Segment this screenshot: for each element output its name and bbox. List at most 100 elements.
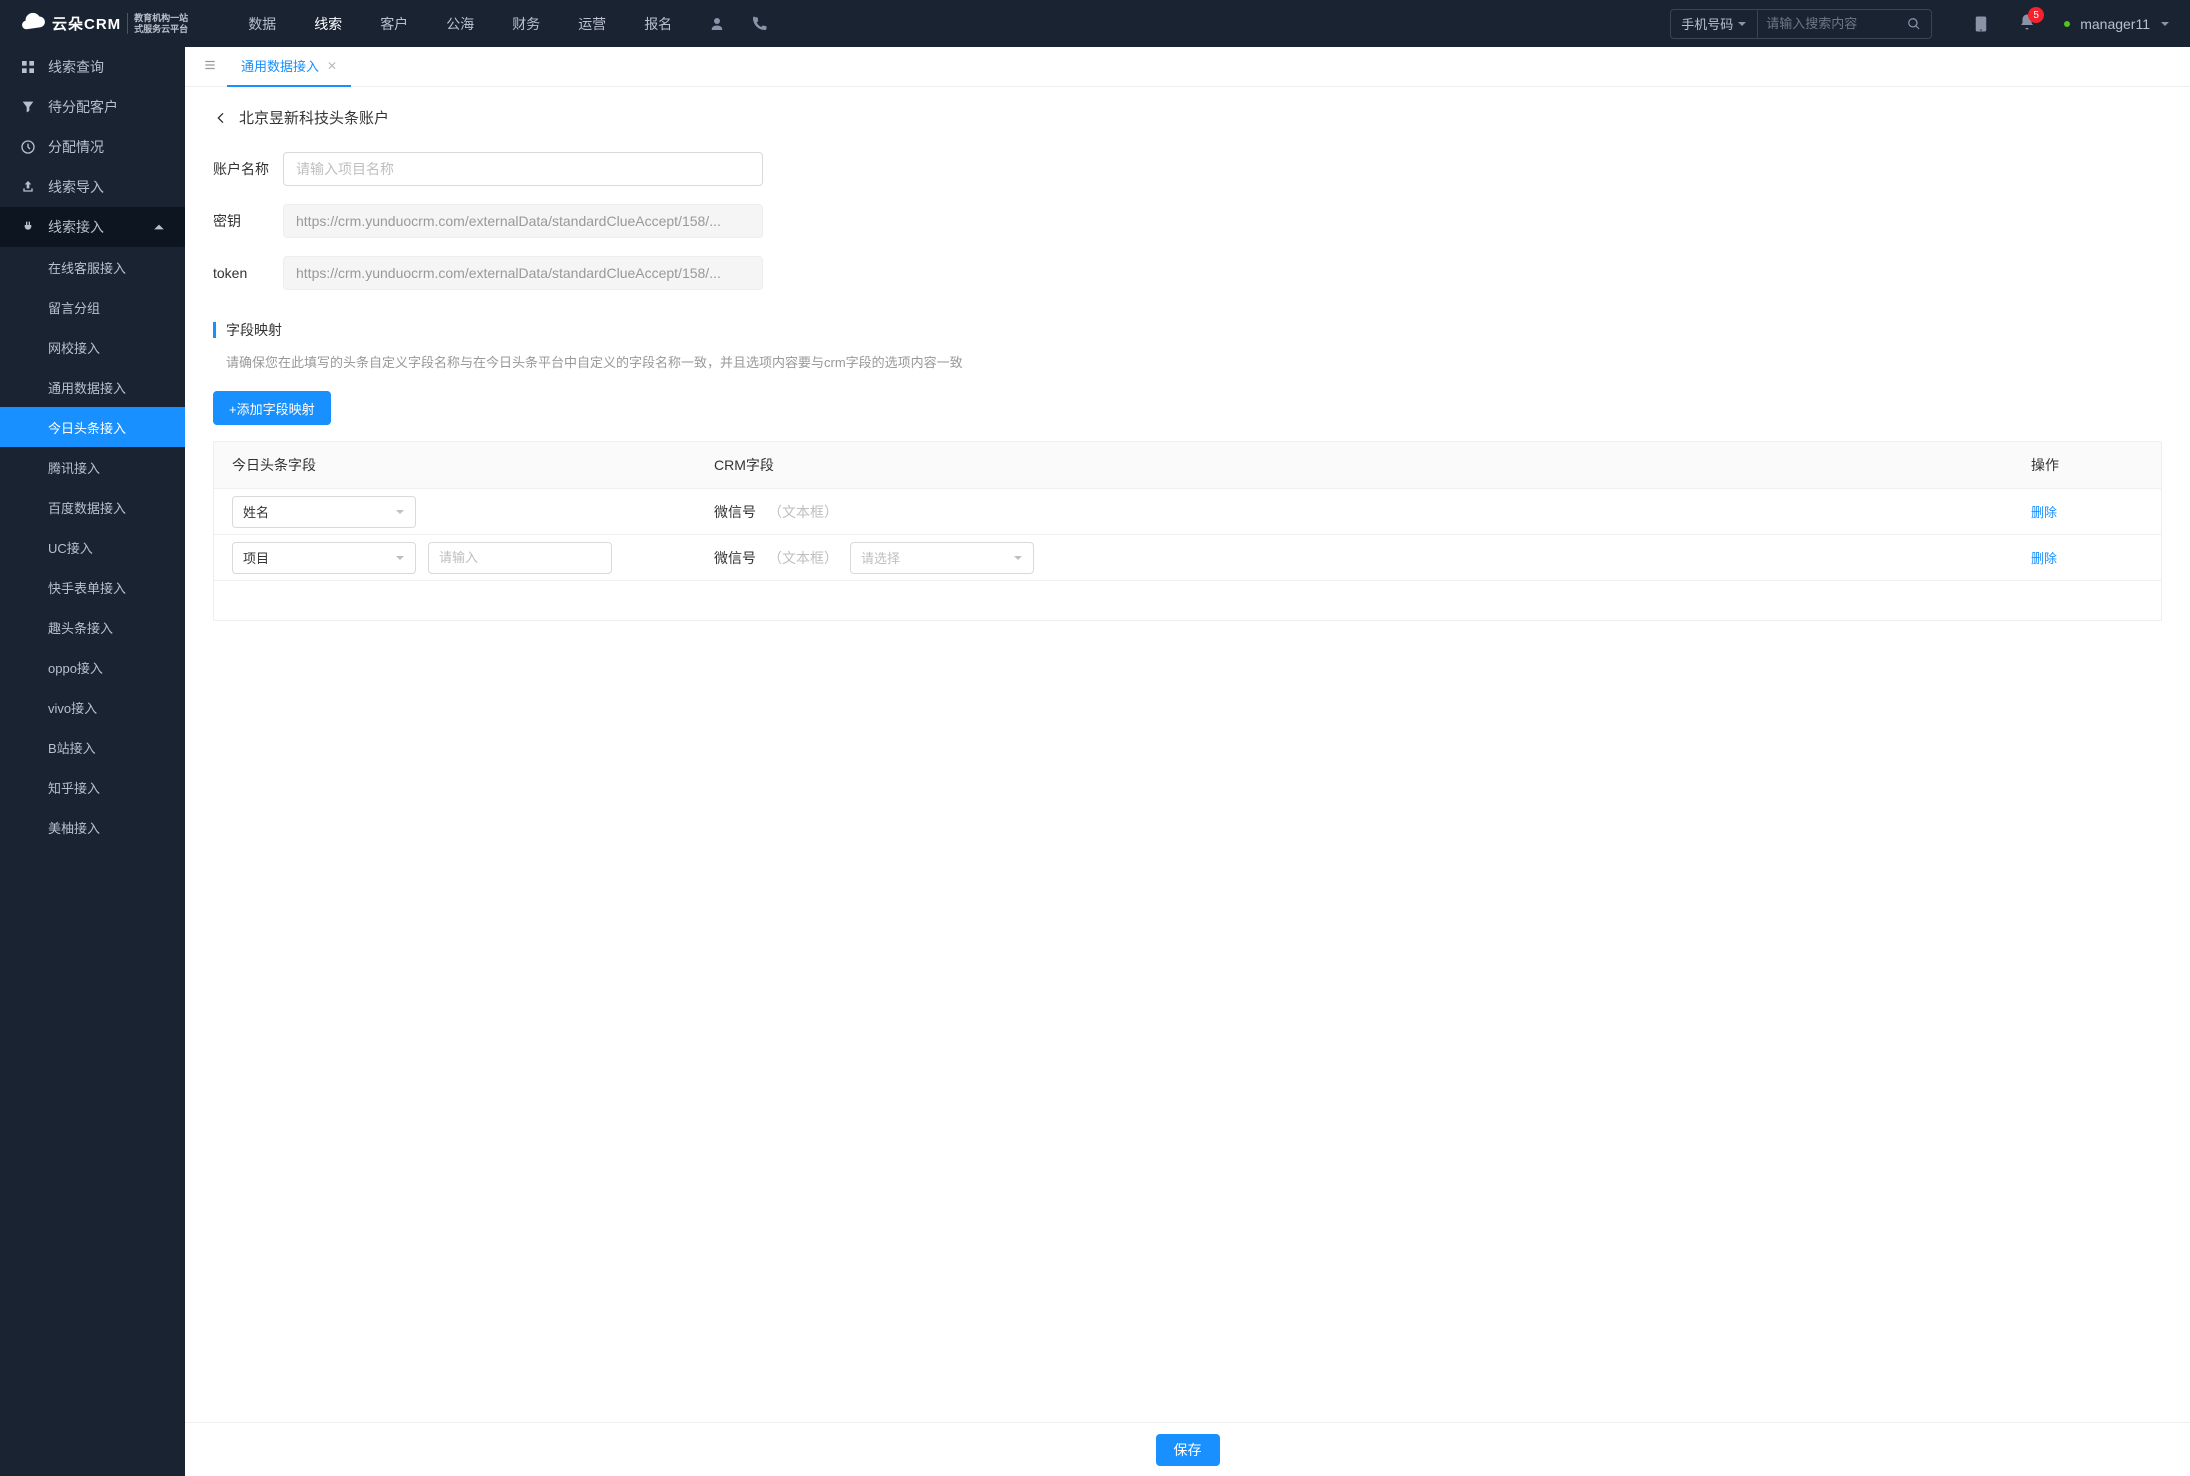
sidebar-item-label: 今日头条接入 (48, 418, 126, 437)
sidebar-subitem-5[interactable]: 腾讯接入 (0, 447, 185, 487)
sidebar-subitem-8[interactable]: 快手表单接入 (0, 567, 185, 607)
sidebar-item-label: 留言分组 (48, 298, 100, 317)
nav-item-6[interactable]: 报名 (644, 14, 672, 34)
sidebar-item-label: vivo接入 (48, 698, 97, 717)
sidebar-item-label: 在线客服接入 (48, 258, 126, 277)
nav-item-1[interactable]: 线索 (314, 14, 342, 34)
sidebar-item-1[interactable]: 待分配客户 (0, 87, 185, 127)
sidebar-item-label: 线索导入 (48, 177, 104, 197)
phone-icon[interactable] (750, 15, 768, 33)
table-row: 项目 微信号 （文本框） 请选择 删除 (214, 534, 2161, 580)
page-title-row: 北京昱新科技头条账户 (213, 107, 2162, 128)
crm-field-label: 微信号 (714, 502, 756, 522)
mobile-icon[interactable] (1972, 15, 1990, 33)
collapse-sidebar-button[interactable] (193, 52, 227, 81)
tab-close-icon[interactable]: ✕ (327, 59, 337, 73)
crm-field-type: （文本框） (768, 502, 838, 522)
search-input[interactable] (1757, 10, 1897, 38)
chevron-down-icon (1737, 19, 1747, 29)
sidebar-subitem-10[interactable]: oppo接入 (0, 647, 185, 687)
notification-badge: 5 (2028, 7, 2044, 23)
field-mapping-table: 今日头条字段 CRM字段 操作 姓名微信号（文本框）删除项目微信号（文本框）请选… (213, 441, 2162, 621)
sidebar-subitem-1[interactable]: 留言分组 (0, 287, 185, 327)
share-icon (20, 179, 36, 195)
sidebar-subitem-12[interactable]: B站接入 (0, 727, 185, 767)
sidebar-subitem-14[interactable]: 美柚接入 (0, 807, 185, 847)
toutiao-field-select[interactable]: 项目 (232, 542, 416, 574)
clock-icon (20, 139, 36, 155)
nav-item-4[interactable]: 财务 (512, 14, 540, 34)
menu-collapse-icon (203, 58, 217, 72)
sidebar-item-label: 腾讯接入 (48, 458, 100, 477)
grid-icon (20, 59, 36, 75)
search-type-select[interactable]: 手机号码 (1671, 14, 1757, 33)
nav-item-2[interactable]: 客户 (380, 14, 408, 34)
table-row: 姓名 微信号 （文本框） 删除 (214, 488, 2161, 534)
content-area: 北京昱新科技头条账户 账户名称 密钥 token 字段映射 (185, 87, 2190, 1476)
toutiao-field-select[interactable]: 姓名 (232, 496, 416, 528)
chevron-down-icon (395, 553, 405, 563)
token-input[interactable] (283, 256, 763, 290)
secret-input[interactable] (283, 204, 763, 238)
chevron-up-icon (153, 221, 165, 233)
sidebar-subitem-6[interactable]: 百度数据接入 (0, 487, 185, 527)
delete-row-link[interactable]: 删除 (2031, 551, 2057, 566)
tab-label: 通用数据接入 (241, 56, 319, 75)
logo-subtitle: 教育机构一站 式服务云平台 (127, 13, 188, 35)
section-accent-bar (213, 322, 216, 338)
nav-item-3[interactable]: 公海 (446, 14, 474, 34)
chevron-down-icon (2160, 19, 2170, 29)
search-icon (1907, 17, 1921, 31)
section-title: 字段映射 (226, 320, 282, 340)
filter-icon (20, 99, 36, 115)
table-header-actions: 操作 (2031, 455, 2161, 475)
sidebar-subitem-9[interactable]: 趣头条接入 (0, 607, 185, 647)
nav-item-5[interactable]: 运营 (578, 14, 606, 34)
account-name-input[interactable] (283, 152, 763, 186)
add-field-mapping-button[interactable]: +添加字段映射 (213, 391, 331, 425)
crm-option-select[interactable]: 请选择 (850, 542, 1034, 574)
notifications-button[interactable]: 5 (2018, 13, 2036, 34)
sidebar-item-label: 通用数据接入 (48, 378, 126, 397)
table-header-toutiao-field: 今日头条字段 (214, 455, 714, 475)
top-nav: 数据 线索 客户 公海 财务 运营 报名 (248, 14, 672, 34)
top-header: 云朵CRM 教育机构一站 式服务云平台 数据线索客户公海财务运营报名 手机号码 (0, 0, 2190, 47)
table-empty-row (214, 580, 2161, 620)
account-name-label: 账户名称 (213, 159, 283, 179)
sidebar-subitem-4[interactable]: 今日头条接入 (0, 407, 185, 447)
table-header-crm-field: CRM字段 (714, 455, 2031, 475)
section-description: 请确保您在此填写的头条自定义字段名称与在今日头条平台中自定义的字段名称一致，并且… (213, 352, 2162, 371)
sidebar-item-label: oppo接入 (48, 658, 103, 677)
save-button[interactable]: 保存 (1156, 1434, 1220, 1466)
user-icon[interactable] (708, 15, 726, 33)
sidebar-item-0[interactable]: 线索查询 (0, 47, 185, 87)
username: manager11 (2080, 16, 2150, 32)
chevron-down-icon (1013, 553, 1023, 563)
sidebar-item-label: 趣头条接入 (48, 618, 113, 637)
search-button[interactable] (1897, 17, 1931, 31)
sidebar-subitem-7[interactable]: UC接入 (0, 527, 185, 567)
delete-row-link[interactable]: 删除 (2031, 505, 2057, 520)
sidebar-item-2[interactable]: 分配情况 (0, 127, 185, 167)
back-icon[interactable] (213, 110, 229, 126)
sidebar-group-clue-access[interactable]: 线索接入 (0, 207, 185, 247)
sidebar-subitem-3[interactable]: 通用数据接入 (0, 367, 185, 407)
sidebar-subitem-13[interactable]: 知乎接入 (0, 767, 185, 807)
nav-item-0[interactable]: 数据 (248, 14, 276, 34)
toutiao-field-value-input[interactable] (428, 542, 612, 574)
tab-0[interactable]: 通用数据接入 ✕ (227, 47, 351, 87)
user-menu[interactable]: manager11 (2064, 16, 2170, 32)
sidebar-item-label: UC接入 (48, 538, 93, 557)
crm-field-type: （文本框） (768, 548, 838, 568)
sidebar-item-label: 百度数据接入 (48, 498, 126, 517)
sidebar-subitem-0[interactable]: 在线客服接入 (0, 247, 185, 287)
sidebar-item-3[interactable]: 线索导入 (0, 167, 185, 207)
sidebar-item-label: B站接入 (48, 738, 96, 757)
sidebar-subitem-2[interactable]: 网校接入 (0, 327, 185, 367)
sidebar-item-label: 线索接入 (48, 217, 104, 237)
token-label: token (213, 265, 283, 281)
sidebar-item-label: 美柚接入 (48, 818, 100, 837)
main-panel: 通用数据接入✕ 北京昱新科技头条账户 账户名称 密钥 token (185, 47, 2190, 1476)
crm-field-label: 微信号 (714, 548, 756, 568)
sidebar-subitem-11[interactable]: vivo接入 (0, 687, 185, 727)
